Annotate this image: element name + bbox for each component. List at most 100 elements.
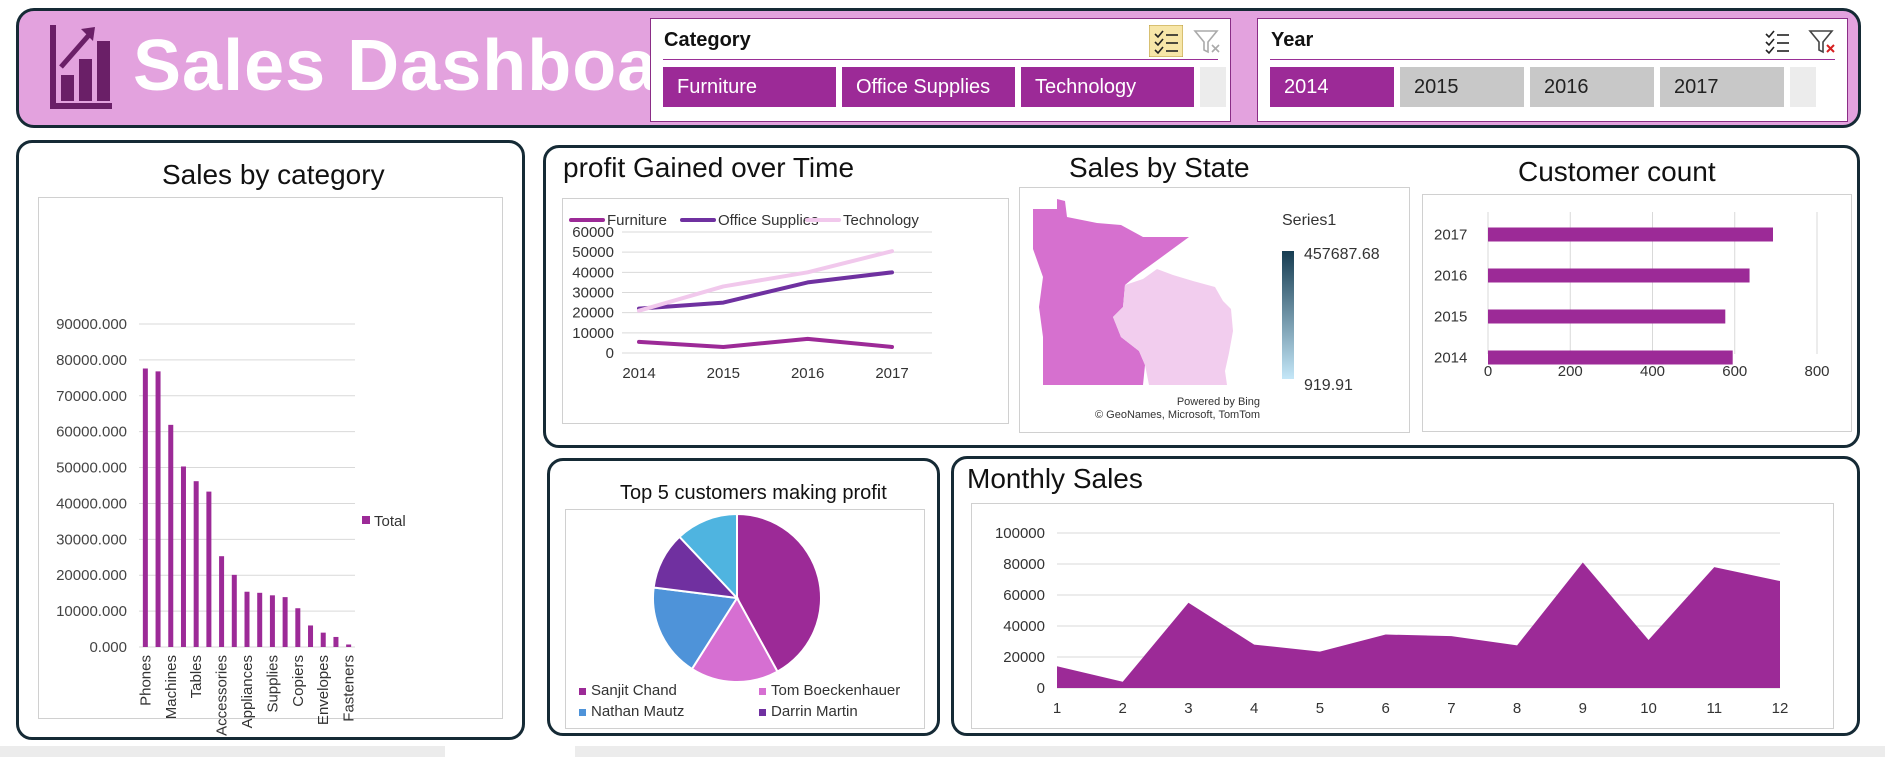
multi-select-icon[interactable]	[1149, 25, 1183, 57]
category-slicer-title: Category	[664, 29, 751, 51]
map-legend-title: Series1	[1282, 212, 1336, 229]
clear-filter-icon[interactable]	[1806, 25, 1838, 57]
map-credit-bing: Powered by Bing	[1177, 396, 1260, 408]
x-tick-label: 2016	[791, 365, 824, 382]
year-chip-2017[interactable]: 2017	[1660, 67, 1784, 107]
sheet-strip	[575, 746, 1885, 757]
top-customers-pie-chart: Sanjit Chand Tom Boeckenhauer Nathan Mautz…	[579, 512, 900, 720]
legend-label: Total	[374, 513, 406, 530]
category-chip-office-supplies[interactable]: Office Supplies	[842, 67, 1015, 107]
legend-swatch	[759, 688, 766, 695]
y-tick-label: 40000	[1003, 618, 1045, 635]
category-chip-technology[interactable]: Technology	[1021, 67, 1194, 107]
y-tick-label: 50000.000	[56, 460, 127, 477]
x-tick-label: 2017	[875, 365, 908, 382]
dashboard-header: Sales Dashboard Category Furniture Offic…	[16, 8, 1861, 128]
bar-bookcases	[231, 574, 237, 647]
profit-over-time-chart: 01000020000300004000050000600002014 2015 2…	[569, 212, 932, 382]
legend-label: Darrin Martin	[771, 703, 858, 720]
x-tick-label: 5	[1316, 700, 1324, 717]
monthly-sales-panel: Monthly Sales 0 20000 40000 60000 80000 10000…	[951, 456, 1860, 736]
year-slicer: Year 2014 2015 2016 2017	[1257, 18, 1848, 122]
legend-label: Sanjit Chand	[591, 682, 677, 699]
monthly-sales-chart: 0200004000060000800001000001 2 3 4 5 6 7 8 9 10 11…	[995, 525, 1789, 717]
bar-2014	[1488, 350, 1733, 365]
x-tick-label: 0	[1484, 363, 1492, 380]
legend-swatch	[579, 709, 586, 716]
clear-filter-icon[interactable]	[1191, 25, 1223, 57]
chart-title: Sales by State	[1069, 152, 1250, 183]
bar-copiers	[295, 608, 301, 647]
y-tick-label: 30000	[572, 285, 614, 302]
page-title: Sales Dashboard	[133, 26, 733, 106]
y-tick-label: 20000.000	[56, 567, 127, 584]
x-tick-label: 2	[1119, 700, 1127, 717]
x-tick-label: 1	[1053, 700, 1061, 717]
y-tick-label: 100000	[995, 525, 1045, 542]
y-tick-label: 0.000	[89, 639, 127, 656]
slicer-scrollbar[interactable]	[1200, 67, 1226, 107]
y-tick-label: 0	[1037, 680, 1045, 697]
multi-select-icon[interactable]	[1760, 25, 1794, 57]
bar-chairs	[155, 371, 161, 647]
bar-supplies	[269, 595, 275, 647]
x-tick-label: Appliances	[239, 655, 256, 728]
bar-phones	[142, 368, 148, 647]
chart-growth-icon	[50, 25, 112, 109]
y-tick-label: 60000	[1003, 587, 1045, 604]
x-tick-label: 800	[1804, 363, 1829, 380]
map-legend-max: 457687.68	[1304, 246, 1380, 263]
monthly-sales-area	[1057, 562, 1780, 688]
legend-swatch	[362, 516, 370, 524]
sales-by-category-chart: 0.000 10000.000 20000.000 30000.000 40000.00…	[56, 316, 406, 736]
legend-label: Tom Boeckenhauer	[771, 682, 900, 699]
bar-furnishings	[257, 592, 263, 647]
series-line-furniture	[637, 336, 894, 349]
year-chip-2015[interactable]: 2015	[1400, 67, 1524, 107]
x-tick-label: Tables	[188, 655, 205, 698]
x-tick-label: 2014	[622, 365, 655, 382]
slicer-scrollbar[interactable]	[1790, 67, 1816, 107]
y-tick-label: 80000.000	[56, 352, 127, 369]
y-tick-label: 2016	[1434, 268, 1467, 285]
bar-2017	[1488, 227, 1773, 242]
y-tick-label: 2017	[1434, 227, 1467, 244]
x-tick-label: Accessories	[214, 655, 231, 736]
year-chip-2014[interactable]: 2014	[1270, 67, 1394, 107]
sales-by-category-panel: Sales by category 0.000 10000.000 20000.00…	[16, 140, 525, 740]
map-color-scale	[1282, 251, 1294, 379]
bar-appliances	[244, 591, 250, 647]
y-tick-label: 20000	[572, 305, 614, 322]
legend-swatch	[759, 709, 766, 716]
legend-swatch	[579, 688, 586, 695]
map-credit-sources: © GeoNames, Microsoft, TomTom	[1095, 409, 1260, 421]
slicer-divider	[1270, 59, 1835, 60]
x-tick-label: 7	[1447, 700, 1455, 717]
y-tick-label: 10000.000	[56, 603, 127, 620]
bar-paper	[282, 597, 288, 647]
sheet-strip	[0, 746, 445, 757]
bar-machines	[168, 424, 174, 647]
y-tick-label: 30000.000	[56, 531, 127, 548]
customer-count-chart: 0 200 400 600 800 2017 2016 2015 2014	[1434, 212, 1830, 380]
x-tick-label: Supplies	[264, 655, 281, 713]
x-tick-label: 6	[1381, 700, 1389, 717]
year-slicer-title: Year	[1271, 29, 1314, 51]
y-tick-label: 50000	[572, 244, 614, 261]
x-tick-label: Envelopes	[315, 655, 332, 725]
legend-label: Nathan Mautz	[591, 703, 684, 720]
legend-label: Furniture	[607, 212, 667, 229]
category-chip-furniture[interactable]: Furniture	[663, 67, 836, 107]
x-tick-label: 10	[1640, 700, 1657, 717]
top-customers-panel: Top 5 customers making profit Sanjit Cha…	[547, 458, 940, 736]
bar-art	[308, 625, 314, 647]
x-tick-label: 12	[1772, 700, 1789, 717]
bar-accessories	[219, 556, 225, 647]
bar-2015	[1488, 309, 1726, 324]
bar-tables	[193, 481, 199, 647]
x-tick-label: 200	[1558, 363, 1583, 380]
y-tick-label: 2014	[1434, 350, 1467, 367]
chart-title: Customer count	[1518, 156, 1716, 187]
year-chip-2016[interactable]: 2016	[1530, 67, 1654, 107]
x-tick-label: Phones	[137, 655, 154, 706]
